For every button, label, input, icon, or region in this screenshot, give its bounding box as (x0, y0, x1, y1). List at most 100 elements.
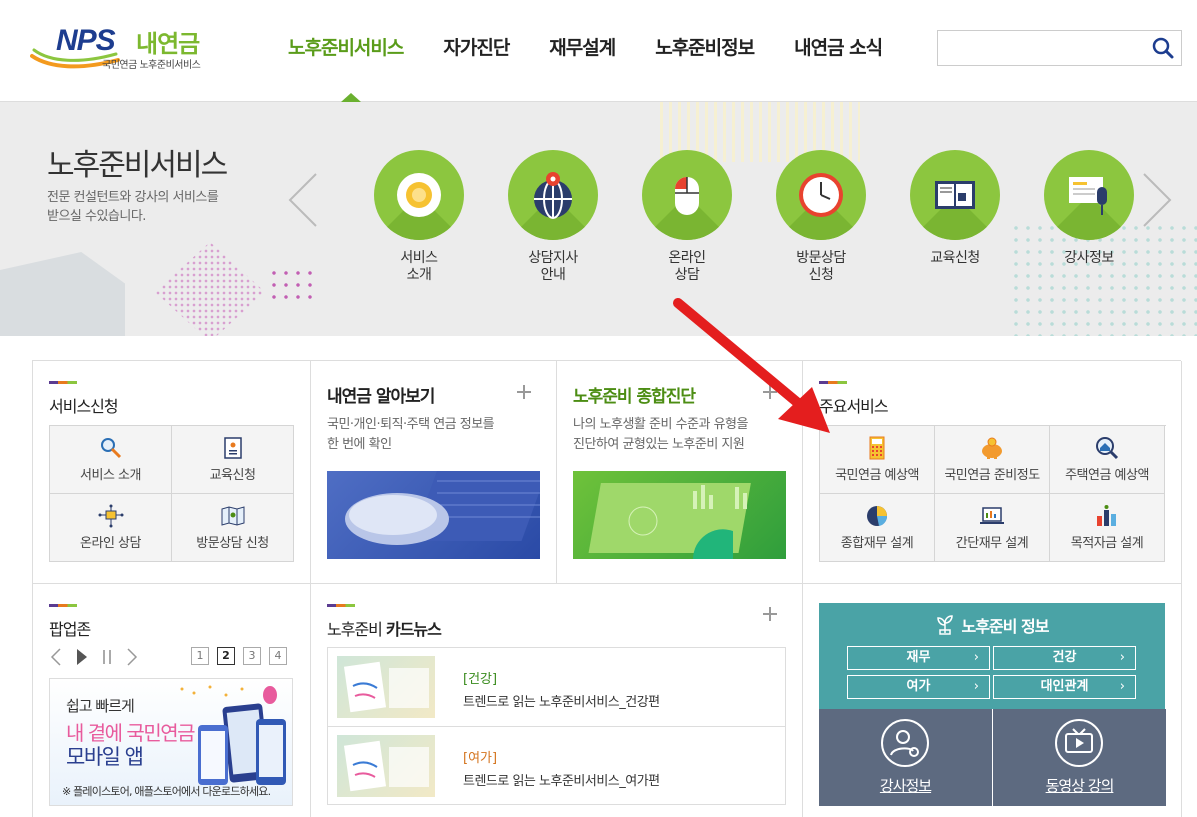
book-icon (910, 150, 1000, 240)
tile-label: 방문상담 신청 (196, 536, 269, 551)
popup-banner-mobile-app[interactable]: 쉽고 빠르게 내 곁에 국민연금 모바일 앱 ※ 플레이스토어, 애플스토어에서… (49, 678, 293, 806)
tile-label: 서비스 소개 (80, 468, 141, 483)
popup-next-icon[interactable] (126, 648, 138, 670)
hero-service-label: 상담지사 안내 (528, 250, 578, 283)
nav-news[interactable]: 내연금 소식 (774, 0, 902, 100)
my-pension-title[interactable]: 내연금 알아보기 (327, 382, 435, 407)
mouse-keyboard-image (345, 471, 540, 545)
hero-service-item[interactable]: 상담지사 안내 (486, 150, 620, 284)
popup-prev-icon[interactable] (50, 648, 62, 670)
hero-description: 전문 컨설턴트와 강사의 서비스를 받으실 수있습니다. (47, 190, 219, 224)
service-apply-tiles: 서비스 소개 교육신청 온라인 상담 방문상담 신청 (49, 425, 294, 562)
section-bar (49, 604, 77, 607)
nav-self-diagnosis[interactable]: 자가진단 (423, 0, 529, 100)
tile-simple-planning[interactable]: 간단재무 설계 (935, 494, 1050, 562)
nav-retirement-info[interactable]: 노후준비정보 (635, 0, 774, 100)
mouse-icon (642, 150, 732, 240)
diagnosis-title-text: 노후준비 종합진단 (573, 387, 696, 407)
info-finance-button[interactable]: 재무 (847, 646, 990, 670)
diagnosis-more-button[interactable] (763, 385, 777, 399)
magnifier-icon (100, 438, 121, 459)
hero-service-item[interactable]: 교육신청 (888, 150, 1022, 284)
tile-label: 간단재무 설계 (955, 536, 1029, 551)
tile-label: 국민연금 예상액 (835, 468, 919, 483)
diagnosis-title[interactable]: 노후준비 종합진단 (573, 382, 696, 407)
piggy-bank-icon (982, 437, 1002, 459)
hero-service-label: 방문상담 신청 (796, 250, 846, 283)
tile-pension-estimate[interactable]: 국민연금 예상액 (820, 426, 935, 494)
my-pension-banner-image[interactable] (327, 471, 540, 559)
tile-label: 교육신청 (209, 468, 256, 483)
tile-service-intro[interactable]: 서비스 소개 (50, 426, 172, 494)
tile-comprehensive-planning[interactable]: 종합재무 설계 (820, 494, 935, 562)
calculator-icon (869, 436, 885, 460)
diagnosis-description: 나의 노후생활 준비 수준과 유형을 진단하여 균형있는 노후준비 지원 (573, 417, 748, 452)
my-pension-more-button[interactable] (517, 385, 531, 399)
card-news-title-suffix: 카드뉴스 (385, 620, 442, 639)
card-news-category: [여가] (463, 751, 498, 766)
popup-page-4[interactable]: 4 (269, 647, 287, 665)
hero-prev-arrow[interactable] (286, 172, 320, 228)
popup-pause-icon[interactable] (102, 648, 112, 670)
popup-zone-controls (50, 648, 138, 670)
tile-label: 주택연금 예상액 (1065, 468, 1149, 483)
tv-play-icon (1055, 719, 1103, 767)
main-services-tiles: 국민연금 예상액 국민연금 준비정도 주택연금 예상액 종합재무 설계 간단재무… (819, 425, 1166, 562)
popup-page-1[interactable]: 1 (191, 647, 209, 665)
hero-service-item[interactable]: 서비스 소개 (352, 150, 486, 284)
card-news-title: 노후준비 카드뉴스 (327, 616, 442, 640)
diagnosis-banner-image[interactable] (573, 471, 786, 559)
person-search-icon (881, 719, 929, 767)
hero-service-item[interactable]: 방문상담 신청 (754, 150, 888, 284)
section-bar (327, 604, 355, 607)
card-news-category: [건강] (463, 672, 498, 687)
card-news-more-button[interactable] (763, 607, 777, 621)
popup-pagination: 1 2 3 4 (191, 647, 287, 665)
hero-decoration-dots (268, 267, 318, 307)
chart-graphic-image (588, 483, 751, 559)
tile-visit-consult[interactable]: 방문상담 신청 (172, 494, 294, 562)
pie-chart-icon (867, 506, 888, 526)
card-news-title-text: 트렌드로 읽는 노후준비서비스_건강편 (463, 695, 660, 710)
logo-subtitle: 국민연금 노후준비서비스 (102, 60, 201, 71)
tile-online-consult[interactable]: 온라인 상담 (50, 494, 172, 562)
instructor-info-link[interactable]: 강사정보 (819, 709, 992, 806)
video-lecture-label: 동영상 강의 (1045, 777, 1115, 795)
tile-education-apply[interactable]: 교육신청 (172, 426, 294, 494)
popup-page-3[interactable]: 3 (243, 647, 261, 665)
tile-label: 국민연금 준비정도 (944, 468, 1040, 483)
video-lecture-link[interactable]: 동영상 강의 (993, 709, 1166, 806)
info-health-button[interactable]: 건강 (993, 646, 1136, 670)
card-news-item[interactable]: [건강] 트렌드로 읽는 노후준비서비스_건강편 (328, 648, 785, 726)
microphone-board-icon (1044, 150, 1134, 240)
main-nav: 노후준비서비스 자가진단 재무설계 노후준비정보 내연금 소식 (268, 0, 902, 100)
nav-financial-planning[interactable]: 재무설계 (529, 0, 635, 100)
hero-decoration-dots (155, 242, 265, 336)
logo-name-text: 내연금 (136, 30, 200, 58)
tile-label: 종합재무 설계 (840, 536, 914, 551)
globe-pin-icon (508, 150, 598, 240)
card-news-item[interactable]: [여가] 트렌드로 읽는 노후준비서비스_여가편 (328, 726, 785, 804)
popup-page-2[interactable]: 2 (217, 647, 235, 665)
laptop-icon (980, 507, 1004, 524)
hero-service-item[interactable]: 온라인 상담 (620, 150, 754, 284)
tile-pension-readiness[interactable]: 국민연금 준비정도 (935, 426, 1050, 494)
info-relationship-button[interactable]: 대인관계 (993, 675, 1136, 699)
my-pension-description: 국민·개인·퇴직·주택 연금 정보를 한 번에 확인 (327, 417, 495, 452)
house-magnifier-icon (1096, 437, 1119, 460)
hero-service-item[interactable]: 강사정보 (1022, 150, 1156, 284)
search-icon[interactable] (1151, 36, 1175, 60)
logo[interactable]: NPS 내연금 국민연금 노후준비서비스 (30, 22, 230, 74)
hero-title: 노후준비서비스 (47, 148, 228, 183)
tile-housing-pension-estimate[interactable]: 주택연금 예상액 (1050, 426, 1165, 494)
coffee-cup-icon (374, 150, 464, 240)
card-news-title-prefix: 노후준비 (327, 620, 383, 639)
tile-purpose-fund-planning[interactable]: 목적자금 설계 (1050, 494, 1165, 562)
popup-play-icon[interactable] (76, 648, 88, 670)
popup-banner-note: ※ 플레이스토어, 애플스토어에서 다운로드하세요. (62, 785, 271, 798)
hero-service-list: 서비스 소개 상담지사 안내 온라인 상담 방문상담 신청 교육신청 강사정보 (352, 150, 1156, 284)
nav-retirement-service[interactable]: 노후준비서비스 (268, 0, 423, 100)
card-news-thumbnail (337, 656, 435, 718)
info-leisure-button[interactable]: 여가 (847, 675, 990, 699)
search-input[interactable] (938, 31, 1138, 65)
